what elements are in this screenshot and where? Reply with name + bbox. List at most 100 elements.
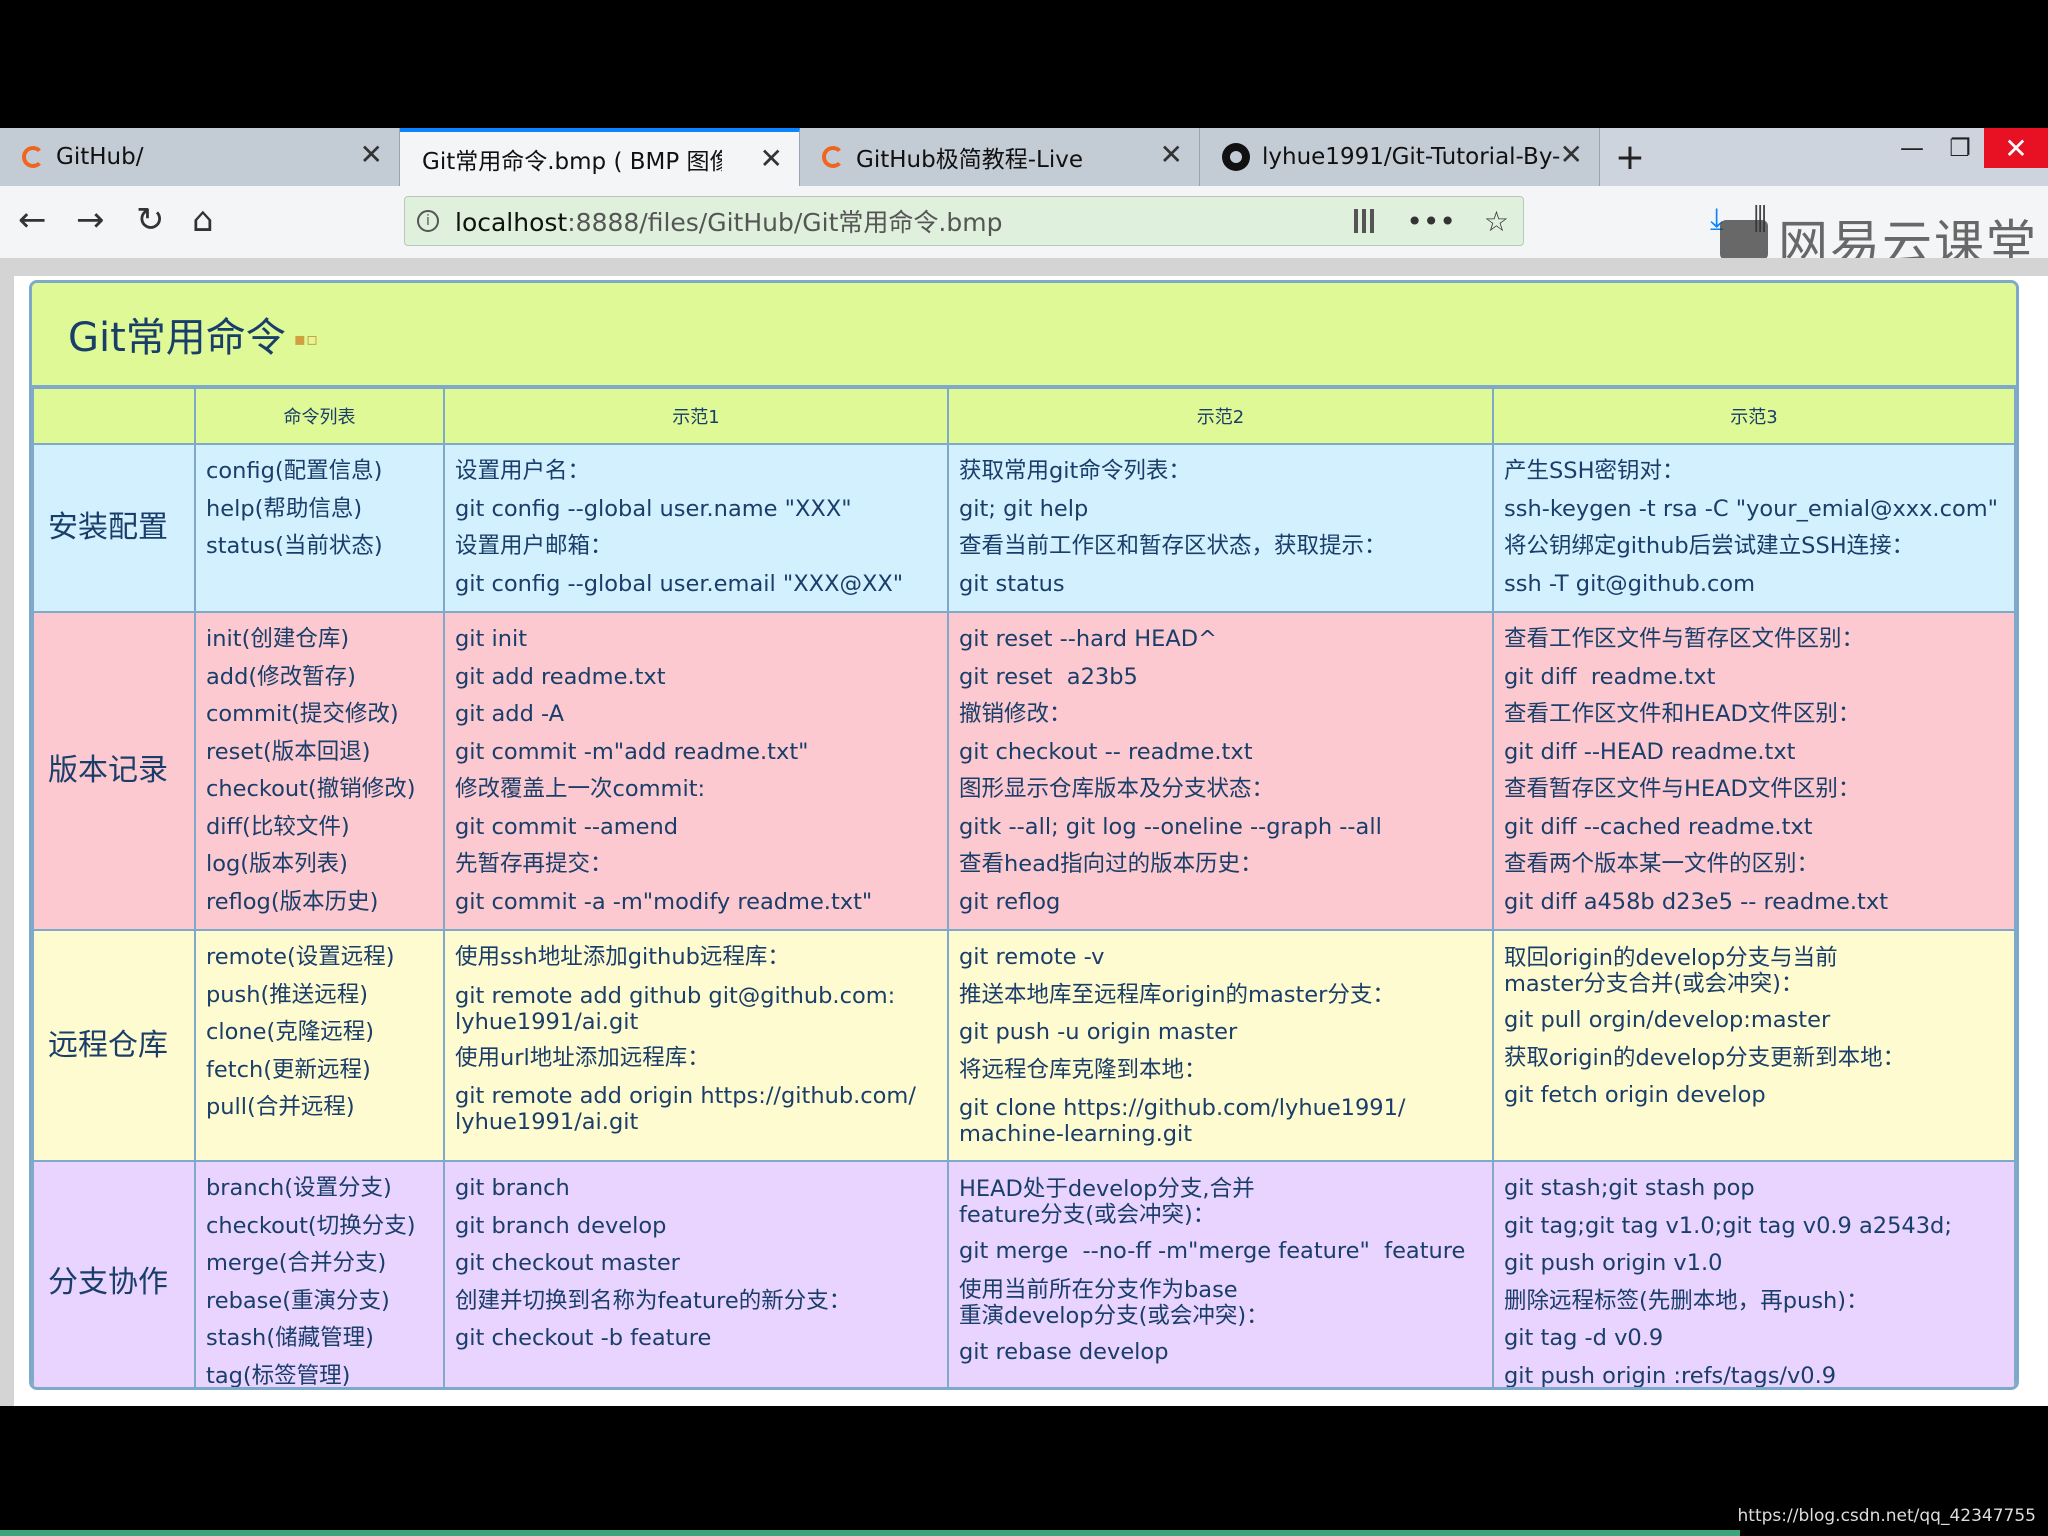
tab-github-tutorial[interactable]: GitHub极简教程-Live ✕ <box>800 128 1200 186</box>
cell-line: gitk --all; git log --oneline --graph --… <box>959 813 1382 840</box>
close-icon[interactable]: ✕ <box>760 145 783 173</box>
cell-line: pull(合并远程) <box>206 1094 355 1120</box>
close-icon[interactable]: ✕ <box>360 141 383 169</box>
cell-line: status(当前状态) <box>206 533 383 559</box>
tab-label: GitHub极简教程-Live <box>856 147 1083 173</box>
header-cell: 示范1 <box>443 387 949 445</box>
cell-line: 查看当前工作区和暂存区状态，获取提示： <box>959 533 1387 559</box>
demo1-cell: 设置用户名： git config --global user.name "XXX… <box>443 443 949 613</box>
cell-line: 设置用户名： <box>455 458 591 484</box>
cell-line: 修改覆盖上一次commit: <box>455 776 706 802</box>
cell-line: git checkout -- readme.txt <box>959 738 1253 765</box>
loading-icon <box>822 146 844 168</box>
cell-line: 查看工作区文件与暂存区文件区别： <box>1504 626 1865 652</box>
cell-line: stash(储藏管理) <box>206 1325 374 1351</box>
cell-line: reset(版本回退) <box>206 738 371 765</box>
row-category: 安装配置 <box>32 443 196 613</box>
cell-line: rebase(重演分支) <box>206 1287 390 1314</box>
cell-line: 创建并切换到名称为feature的新分支： <box>455 1287 852 1314</box>
cell-line: git push -u origin master <box>959 1019 1238 1045</box>
reload-icon[interactable]: ↻ <box>136 200 165 240</box>
cell-line: git add readme.txt <box>455 663 666 690</box>
cell-line: 取回origin的develop分支与当前 master分支合并(或会冲突)： <box>1504 945 1838 997</box>
cell-line: git remote add github git@github.com: ly… <box>455 982 896 1035</box>
cell-line: git diff --cached readme.txt <box>1504 813 1813 840</box>
decor-icon: ▪▫ <box>293 328 319 350</box>
table-row: 版本记录 init(创建仓库) add(修改暂存) commit(提交修改) reset… <box>32 611 2016 931</box>
cell-line: branch(设置分支) <box>206 1175 392 1201</box>
cell-line: clone(克隆远程) <box>206 1019 375 1045</box>
minimize-icon[interactable]: — <box>1888 128 1936 168</box>
cell-line: git reflog <box>959 888 1061 915</box>
row-category: 分支协作 <box>32 1160 196 1387</box>
window-controls: — ❐ ✕ <box>1888 128 2048 168</box>
cell-line: 使用当前所在分支作为base 重演develop分支(或会冲突)： <box>959 1276 1269 1329</box>
restore-icon[interactable]: ❐ <box>1936 128 1984 168</box>
cell-line: log(版本列表) <box>206 851 348 877</box>
header-cell <box>32 387 196 445</box>
cell-line: config(配置信息) <box>206 458 383 484</box>
cell-line: git commit --amend <box>455 813 679 840</box>
info-icon[interactable]: i <box>417 210 439 232</box>
cell-line: 查看两个版本某一文件的区别： <box>1504 851 1820 877</box>
loading-icon <box>22 146 44 168</box>
close-icon[interactable]: ✕ <box>1160 141 1183 169</box>
cell-line: git commit -m"add readme.txt" <box>455 738 809 765</box>
cell-line: git tag -d v0.9 <box>1504 1325 1664 1351</box>
back-icon[interactable]: ← <box>18 200 47 240</box>
cell-line: git merge --no-ff -m"merge feature" feat… <box>959 1238 1466 1264</box>
tab-label: Git常用命令.bmp ( BMP 图像，15 <box>422 149 722 175</box>
forward-icon[interactable]: → <box>76 200 105 240</box>
address-bar[interactable]: i localhost:8888/files/GitHub/Git常用命令.bm… <box>404 196 1524 246</box>
cell-line: git checkout -b feature <box>455 1325 712 1351</box>
cell-line: tag(标签管理) <box>206 1362 351 1389</box>
demo1-cell: git init git add readme.txt git add -A git … <box>443 611 949 931</box>
header-row: 命令列表 示范1 示范2 示范3 <box>32 387 2016 445</box>
tab-label: lyhue1991/Git-Tutorial-By-li <box>1262 144 1562 170</box>
cell-line: push(推送远程) <box>206 981 369 1008</box>
tab-git-tutorial-repo[interactable]: lyhue1991/Git-Tutorial-By-li ✕ <box>1200 128 1600 186</box>
window-close-icon[interactable]: ✕ <box>1984 128 2048 168</box>
cell-line: 查看工作区文件和HEAD文件区别： <box>1504 701 1861 727</box>
tab-strip: GitHub/ ✕ Git常用命令.bmp ( BMP 图像，15 ✕ GitH… <box>0 128 2048 186</box>
home-icon[interactable]: ⌂ <box>192 200 214 240</box>
black-top-margin <box>0 0 2048 128</box>
close-icon[interactable]: ✕ <box>1560 141 1583 169</box>
cell-line: git diff a458b d23e5 -- readme.txt <box>1504 888 1889 915</box>
demo2-cell: 获取常用git命令列表： git; git help 查看当前工作区和暂存区状态，获… <box>947 443 1494 613</box>
cell-line: git config --global user.name "XXX" <box>455 495 852 522</box>
cell-line: git reset --hard HEAD^ <box>959 626 1217 652</box>
demo3-cell: 查看工作区文件与暂存区文件区别： git diff readme.txt 查看工作区… <box>1492 611 2016 931</box>
tab-git-commands-bmp[interactable]: Git常用命令.bmp ( BMP 图像，15 ✕ <box>400 128 800 186</box>
cell-line: git clone https://github.com/lyhue1991/ … <box>959 1095 1406 1147</box>
table-row: 远程仓库 remote(设置远程) push(推送远程) clone(克隆远程) fet… <box>32 929 2016 1162</box>
header-cell: 示范2 <box>947 387 1494 445</box>
watermark-logo-icon <box>1720 220 1768 260</box>
cell-line: 将公钥绑定github后尝试建立SSH连接： <box>1504 533 1915 559</box>
cell-line: ssh -T git@github.com <box>1504 570 1756 597</box>
cell-line: commit(提交修改) <box>206 701 399 727</box>
github-icon <box>1222 143 1250 171</box>
page-actions-icon[interactable]: ••• <box>1406 205 1456 238</box>
cell-line: 使用url地址添加远程库： <box>455 1044 710 1071</box>
cell-line: git config --global user.email "XXX@XX" <box>455 570 904 597</box>
row-category: 远程仓库 <box>32 929 196 1162</box>
demo1-cell: 使用ssh地址添加github远程库： git remote add github… <box>443 929 949 1162</box>
bookmark-star-icon[interactable]: ☆ <box>1484 205 1509 238</box>
video-progress-bar[interactable] <box>0 1530 1740 1536</box>
demo3-cell: git stash;git stash pop git tag;git tag v… <box>1492 1160 2016 1387</box>
cell-line: 产生SSH密钥对： <box>1504 458 1685 484</box>
qr-code-icon[interactable] <box>1354 209 1379 233</box>
cell-line: HEAD处于develop分支,合并 feature分支(或会冲突)： <box>959 1176 1255 1228</box>
cell-line: git tag;git tag v1.0;git tag v0.9 a2543d… <box>1504 1212 1952 1239</box>
cell-line: git push origin v1.0 <box>1504 1250 1723 1276</box>
git-cheatsheet: Git常用命令 ▪▫ 命令列表 示范1 示范2 示范3 安装配置 config(配 <box>29 280 2019 1390</box>
tab-github[interactable]: GitHub/ ✕ <box>0 128 400 186</box>
demo2-cell: git remote -v 推送本地库至远程库origin的master分支： gi… <box>947 929 1494 1162</box>
tab-label: GitHub/ <box>56 144 144 170</box>
demo2-cell: HEAD处于develop分支,合并 feature分支(或会冲突)： git m… <box>947 1160 1494 1387</box>
cell-line: checkout(撤销修改) <box>206 776 416 802</box>
cell-line: git status <box>959 570 1065 597</box>
new-tab-button[interactable]: + <box>1600 128 1660 186</box>
cell-line: git fetch origin develop <box>1504 1082 1766 1108</box>
